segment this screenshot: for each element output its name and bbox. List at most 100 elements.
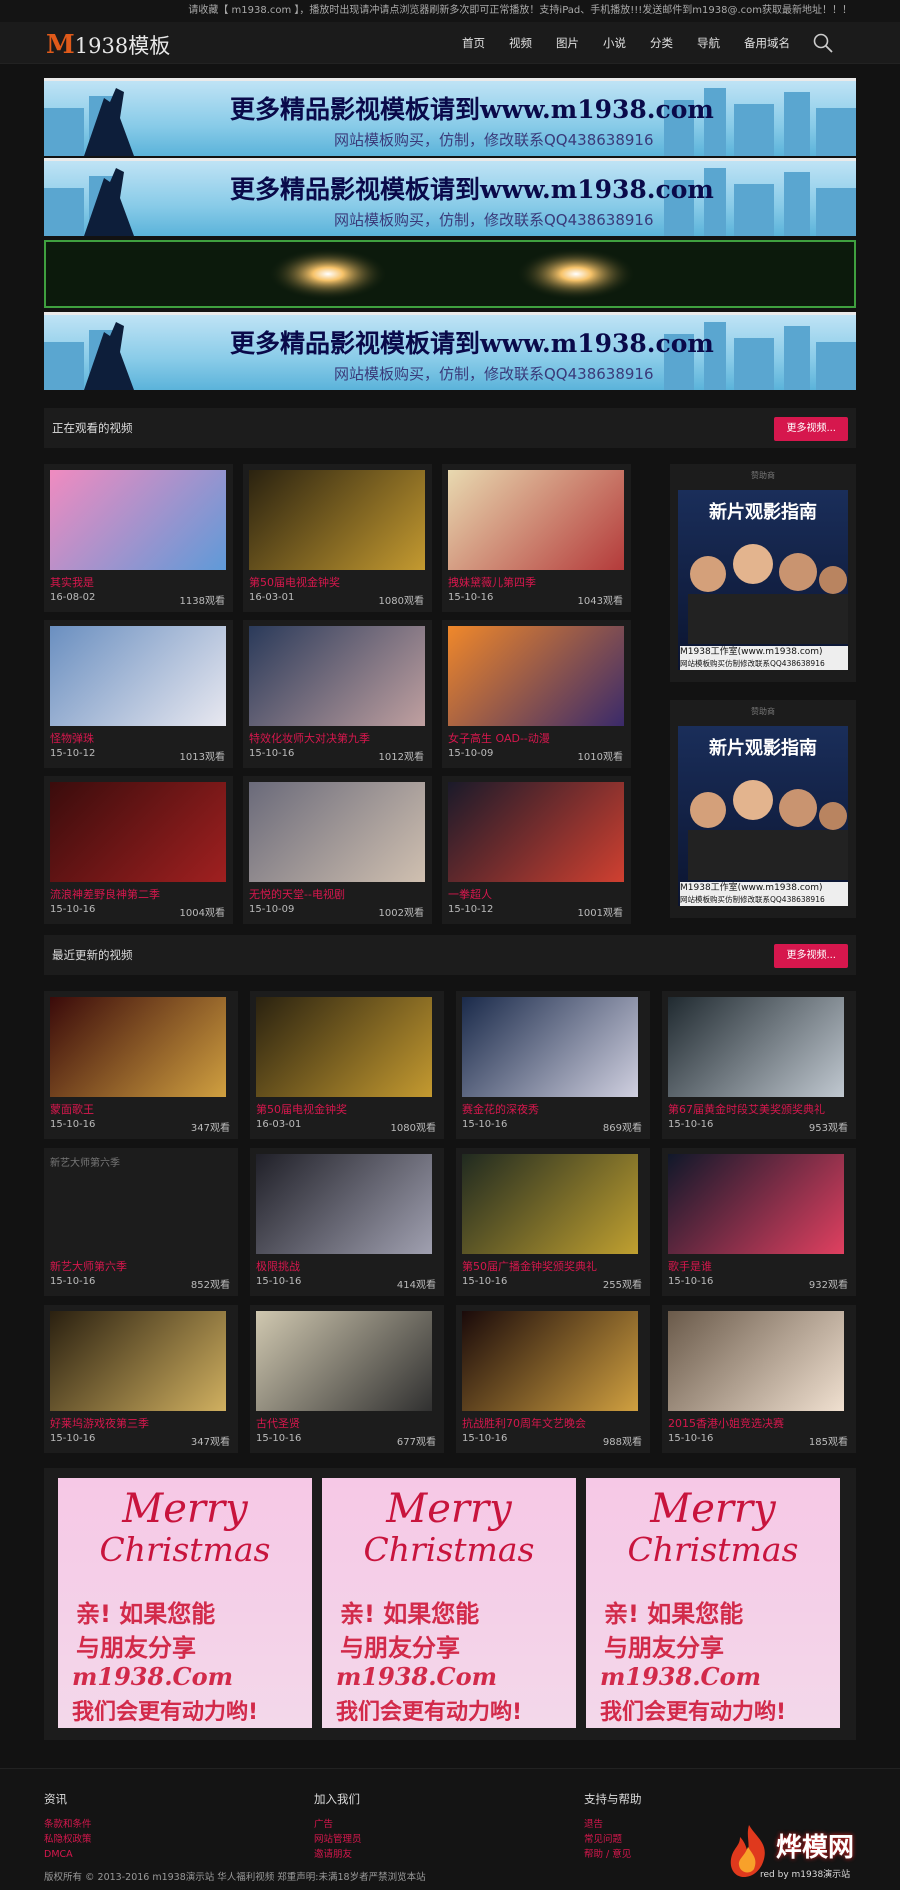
video-title[interactable]: 好莱坞游戏夜第三季: [50, 1415, 232, 1431]
video-title[interactable]: 无悦的天堂--电视剧: [249, 886, 426, 902]
video-card[interactable]: 好莱坞游戏夜第三季 15-10-16 347观看: [44, 1305, 238, 1453]
video-title[interactable]: 流浪神差野良神第二季: [50, 886, 227, 902]
nav-backup-domain[interactable]: 备用域名: [744, 35, 790, 51]
more-videos-button[interactable]: 更多视频...: [774, 417, 848, 441]
video-card[interactable]: 歌手是谁 15-10-16 932观看: [662, 1148, 856, 1296]
sponsor-ad[interactable]: 赞助商 新片观影指南 M1938工作室(www.m1938.com) 网站模板购…: [670, 464, 856, 682]
nav-video[interactable]: 视频: [509, 35, 532, 51]
video-card[interactable]: 流浪神差野良神第二季 15-10-16 1004观看: [44, 776, 233, 924]
video-card[interactable]: 古代圣贤 15-10-16 677观看: [250, 1305, 444, 1453]
christmas-ad[interactable]: Merry Christmas 亲! 如果您能 与朋友分享 m1938.Com …: [586, 1478, 840, 1728]
video-title[interactable]: 古代圣贤: [256, 1415, 438, 1431]
video-thumbnail[interactable]: [249, 626, 425, 726]
video-card[interactable]: 极限挑战 15-10-16 414观看: [250, 1148, 444, 1296]
nav-categories[interactable]: 分类: [650, 35, 673, 51]
video-thumbnail[interactable]: [50, 782, 226, 882]
video-card[interactable]: 第67届黄金时段艾美奖颁奖典礼 15-10-16 953观看: [662, 991, 856, 1139]
christmas-ad[interactable]: Merry Christmas 亲! 如果您能 与朋友分享 m1938.Com …: [58, 1478, 312, 1728]
footer-link-report[interactable]: 退告: [584, 1817, 642, 1832]
video-thumbnail[interactable]: [249, 782, 425, 882]
video-thumbnail[interactable]: [50, 470, 226, 570]
sponsor-ad[interactable]: 赞助商 新片观影指南 M1938工作室(www.m1938.com) 网站模板购…: [670, 700, 856, 918]
watermark-logo: 烨模网 red by m1938演示站: [726, 1821, 886, 1887]
promo-banner[interactable]: 更多精品影视模板请到www.m1938.com 网站模板购买，仿制，修改联系QQ…: [44, 78, 856, 156]
footer-link-faq[interactable]: 常见问题: [584, 1832, 642, 1847]
nav-pictures[interactable]: 图片: [556, 35, 579, 51]
video-thumbnail[interactable]: [462, 1311, 638, 1411]
footer-link-invite[interactable]: 邀请朋友: [314, 1847, 362, 1862]
footer-link-terms[interactable]: 条款和条件: [44, 1817, 92, 1832]
video-thumbnail[interactable]: [448, 782, 624, 882]
video-title[interactable]: 第67届黄金时段艾美奖颁奖典礼: [668, 1101, 850, 1117]
video-thumbnail[interactable]: [50, 1311, 226, 1411]
christmas-ad[interactable]: Merry Christmas 亲! 如果您能 与朋友分享 m1938.Com …: [322, 1478, 576, 1728]
video-thumbnail[interactable]: 新艺大师第六季: [50, 1154, 226, 1254]
video-title[interactable]: 女子高生 OAD--动漫: [448, 730, 625, 746]
video-title[interactable]: 一拳超人: [448, 886, 625, 902]
more-videos-button[interactable]: 更多视频...: [774, 944, 848, 968]
video-card[interactable]: 赛金花的深夜秀 15-10-16 869观看: [456, 991, 650, 1139]
video-card[interactable]: 2015香港小姐竞选决赛 15-10-16 185观看: [662, 1305, 856, 1453]
ad-label: 赞助商: [751, 471, 775, 480]
video-title[interactable]: 极限挑战: [256, 1258, 438, 1274]
christmas-ads: Merry Christmas 亲! 如果您能 与朋友分享 m1938.Com …: [44, 1468, 856, 1740]
site-logo[interactable]: M 1938模板: [46, 30, 170, 60]
video-card[interactable]: 抗战胜利70周年文艺晚会 15-10-16 988观看: [456, 1305, 650, 1453]
footer-link-help[interactable]: 帮助 / 意见: [584, 1847, 642, 1862]
video-title[interactable]: 特效化妆师大对决第九季: [249, 730, 426, 746]
video-thumbnail[interactable]: [462, 997, 638, 1097]
video-card[interactable]: 怪物弹珠 15-10-12 1013观看: [44, 620, 233, 768]
lights-banner[interactable]: [44, 240, 856, 308]
video-thumbnail[interactable]: [462, 1154, 638, 1254]
video-card[interactable]: 女子高生 OAD--动漫 15-10-09 1010观看: [442, 620, 631, 768]
video-title[interactable]: 怪物弹珠: [50, 730, 227, 746]
footer-link-privacy[interactable]: 私隐权政策: [44, 1832, 92, 1847]
nav-novels[interactable]: 小说: [603, 35, 626, 51]
video-title[interactable]: 2015香港小姐竞选决赛: [668, 1415, 850, 1431]
video-card[interactable]: 蒙面歌王 15-10-16 347观看: [44, 991, 238, 1139]
xmas-christmas: Christmas: [363, 1530, 535, 1569]
video-title[interactable]: 第50届广播金钟奖颁奖典礼: [462, 1258, 644, 1274]
video-card[interactable]: 无悦的天堂--电视剧 15-10-09 1002观看: [243, 776, 432, 924]
video-title[interactable]: 拽妹黛薇儿第四季: [448, 574, 625, 590]
video-card[interactable]: 第50届电视金钟奖 16-03-01 1080观看: [250, 991, 444, 1139]
video-title[interactable]: 歌手是谁: [668, 1258, 850, 1274]
video-thumbnail[interactable]: [256, 1154, 432, 1254]
search-icon[interactable]: [812, 32, 834, 54]
video-thumbnail[interactable]: [256, 997, 432, 1097]
footer-link-dmca[interactable]: DMCA: [44, 1847, 92, 1862]
video-card[interactable]: 特效化妆师大对决第九季 15-10-16 1012观看: [243, 620, 432, 768]
video-card[interactable]: 第50届广播金钟奖颁奖典礼 15-10-16 255观看: [456, 1148, 650, 1296]
promo-banner[interactable]: 更多精品影视模板请到www.m1938.com 网站模板购买，仿制，修改联系QQ…: [44, 158, 856, 236]
video-thumbnail[interactable]: [448, 470, 624, 570]
video-date: 15-10-16: [448, 592, 494, 603]
video-title[interactable]: 其实我是: [50, 574, 227, 590]
video-title[interactable]: 第50届电视金钟奖: [249, 574, 426, 590]
video-thumbnail[interactable]: [668, 997, 844, 1097]
video-card[interactable]: 拽妹黛薇儿第四季 15-10-16 1043观看: [442, 464, 631, 612]
nav-home[interactable]: 首页: [462, 35, 485, 51]
nav-guide[interactable]: 导航: [697, 35, 720, 51]
video-thumbnail[interactable]: [50, 626, 226, 726]
video-card[interactable]: 其实我是 16-08-02 1138观看: [44, 464, 233, 612]
video-views: 255观看: [602, 1280, 642, 1291]
video-card[interactable]: 一拳超人 15-10-12 1001观看: [442, 776, 631, 924]
video-title[interactable]: 新艺大师第六季: [50, 1258, 232, 1274]
promo-banner[interactable]: 更多精品影视模板请到www.m1938.com 网站模板购买，仿制，修改联系QQ…: [44, 312, 856, 390]
video-thumbnail[interactable]: [668, 1154, 844, 1254]
footer-link-ads[interactable]: 广告: [314, 1817, 362, 1832]
footer-link-webmaster[interactable]: 网站管理员: [314, 1832, 362, 1847]
video-thumbnail[interactable]: [448, 626, 624, 726]
video-thumbnail[interactable]: [249, 470, 425, 570]
video-title[interactable]: 赛金花的深夜秀: [462, 1101, 644, 1117]
video-thumbnail[interactable]: [668, 1311, 844, 1411]
video-title[interactable]: 第50届电视金钟奖: [256, 1101, 438, 1117]
video-thumbnail[interactable]: [256, 1311, 432, 1411]
video-date: 15-10-09: [448, 748, 494, 759]
video-title[interactable]: 抗战胜利70周年文艺晚会: [462, 1415, 644, 1431]
video-thumbnail[interactable]: [50, 997, 226, 1097]
watermark-subtext: red by m1938演示站: [760, 1870, 851, 1880]
video-card[interactable]: 第50届电视金钟奖 16-03-01 1080观看: [243, 464, 432, 612]
video-title[interactable]: 蒙面歌王: [50, 1101, 232, 1117]
video-card[interactable]: 新艺大师第六季 新艺大师第六季 15-10-16 852观看: [44, 1148, 238, 1296]
